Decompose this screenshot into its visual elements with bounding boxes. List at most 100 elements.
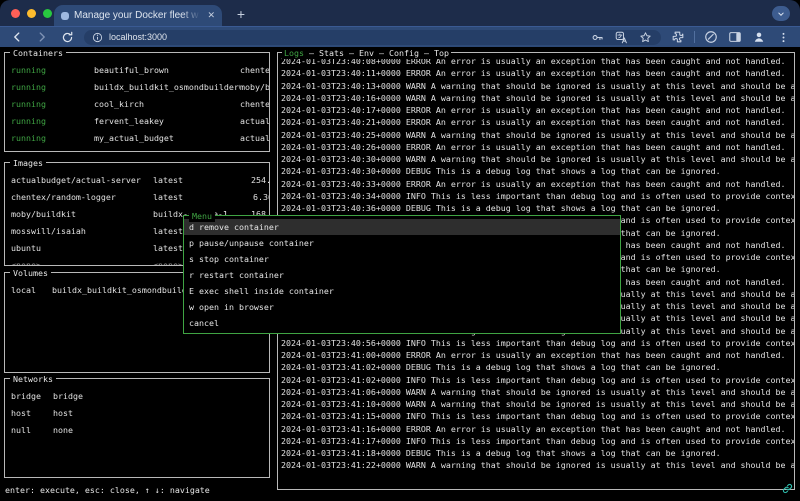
network-name: host xyxy=(11,407,53,419)
container-name: titi xyxy=(94,149,240,152)
container-status: running xyxy=(11,81,94,93)
log-line: 2024-01-03T23:40:16+0000 WARN A warning … xyxy=(281,92,794,104)
log-line: 2024-01-03T23:41:02+0000 INFO This is le… xyxy=(281,374,794,386)
image-name: actualbudget/actual-server xyxy=(11,174,153,186)
menu-item-stop[interactable]: s stop container xyxy=(184,251,620,267)
log-line: 2024-01-03T23:40:13+0000 WARN A warning … xyxy=(281,80,794,92)
window-maximize-button[interactable] xyxy=(43,9,52,18)
network-driver: bridge xyxy=(53,390,269,402)
container-row[interactable]: runningbeautiful_brownchentex/random-log… xyxy=(5,61,269,78)
new-tab-icon[interactable]: + xyxy=(232,6,250,24)
log-line: 2024-01-03T23:40:26+0000 ERROR An error … xyxy=(281,141,794,153)
menu-item-pause/unpause[interactable]: p pause/unpause container xyxy=(184,235,620,251)
tab-bar: Manage your Docker fleet w ✕ + xyxy=(0,0,800,26)
log-line: 2024-01-03T23:40:17+0000 ERROR An error … xyxy=(281,104,794,116)
log-line: 2024-01-03T23:40:33+0000 ERROR An error … xyxy=(281,178,794,190)
menu-item-cancel[interactable]: cancel xyxy=(184,315,620,331)
extension-badge-icon[interactable] xyxy=(703,29,719,45)
reload-icon[interactable] xyxy=(59,29,75,45)
log-line: 2024-01-03T23:41:15+0000 INFO This is le… xyxy=(281,410,794,422)
networks-panel-title: Networks xyxy=(10,373,56,385)
container-status: running xyxy=(11,132,94,144)
key-icon[interactable] xyxy=(589,29,605,45)
volumes-panel-title: Volumes xyxy=(10,267,51,279)
tab-separator: — xyxy=(374,48,389,58)
logs-tab-top[interactable]: Top xyxy=(434,48,449,58)
container-row[interactable]: runningbuildx_buildkit_osmondbuilder0mob… xyxy=(5,78,269,95)
container-row[interactable]: runningfervent_leakeyactualbudget/actual… xyxy=(5,112,269,129)
log-line: 2024-01-03T23:41:22+0000 WARN A warning … xyxy=(281,459,794,471)
tab-favicon xyxy=(61,12,69,20)
logs-tab-config[interactable]: Config xyxy=(389,48,419,58)
menu-item-restart[interactable]: r restart container xyxy=(184,267,620,283)
container-image: actualbudget/actual-server xyxy=(240,132,269,144)
log-line: 2024-01-03T23:40:36+0000 DEBUG This is a… xyxy=(281,202,794,214)
image-name: ubuntu xyxy=(11,242,153,254)
toolbar-divider xyxy=(694,31,695,43)
log-line: 2024-01-03T23:41:00+0000 ERROR An error … xyxy=(281,349,794,361)
menu-title: Menu xyxy=(189,210,215,222)
volume-driver: local xyxy=(11,284,52,296)
side-panel-icon[interactable] xyxy=(727,29,743,45)
container-row[interactable]: runningcool_kirchchentex/random-logger xyxy=(5,95,269,112)
network-driver: none xyxy=(53,424,269,436)
container-image: actualbudget/actual-server xyxy=(240,115,269,127)
menu-item-remove[interactable]: d remove container xyxy=(184,219,620,235)
logs-tab-strip: Logs — Stats — Env — Config — Top xyxy=(282,47,451,59)
translate-icon[interactable] xyxy=(613,29,629,45)
menu-item-open[interactable]: w open in browser xyxy=(184,299,620,315)
window-minimize-button[interactable] xyxy=(27,9,36,18)
bookmark-star-icon[interactable] xyxy=(637,29,653,45)
container-row[interactable]: runningtitichentex/random-logger xyxy=(5,146,269,151)
tab-separator: — xyxy=(304,48,319,58)
log-line: 2024-01-03T23:40:25+0000 WARN A warning … xyxy=(281,129,794,141)
browser-tab[interactable]: Manage your Docker fleet w ✕ xyxy=(54,5,222,26)
container-name: buildx_buildkit_osmondbuilder0 xyxy=(94,81,240,93)
container-status: running xyxy=(11,115,94,127)
image-size: 254.96MB xyxy=(251,174,269,186)
network-row[interactable]: hosthost xyxy=(5,404,269,421)
containers-panel: Containers runningbeautiful_brownchentex… xyxy=(4,52,270,152)
container-status: running xyxy=(11,64,94,76)
network-row[interactable]: nullnone xyxy=(5,421,269,438)
profile-icon[interactable] xyxy=(751,29,767,45)
container-image: chentex/random-logger xyxy=(240,64,269,76)
log-line: 2024-01-03T23:40:56+0000 INFO This is le… xyxy=(281,337,794,349)
log-line: 2024-01-03T23:41:10+0000 WARN A warning … xyxy=(281,398,794,410)
container-image: chentex/random-logger xyxy=(240,98,269,110)
window-close-button[interactable] xyxy=(11,9,20,18)
tab-close-icon[interactable]: ✕ xyxy=(207,10,215,21)
container-image: chentex/random-logger xyxy=(240,149,269,152)
image-row[interactable]: actualbudget/actual-serverlatest 254.96MB xyxy=(5,171,269,188)
image-row[interactable]: chentex/random-loggerlatest6.36MB xyxy=(5,188,269,205)
log-line: 2024-01-03T23:41:17+0000 INFO This is le… xyxy=(281,435,794,447)
menu-item-exec[interactable]: E exec shell inside container xyxy=(184,283,620,299)
extensions-puzzle-icon[interactable] xyxy=(670,29,686,45)
container-name: cool_kirch xyxy=(94,98,240,110)
log-line: 2024-01-03T23:40:34+0000 INFO This is le… xyxy=(281,190,794,202)
window-controls xyxy=(11,9,52,18)
site-info-icon[interactable] xyxy=(92,32,103,43)
logs-tab-stats[interactable]: Stats xyxy=(319,48,344,58)
terminal-app: Containers runningbeautiful_brownchentex… xyxy=(0,47,800,501)
menu-dots-icon[interactable] xyxy=(775,29,791,45)
forward-icon[interactable] xyxy=(34,29,50,45)
container-action-menu: Menu d remove containerp pause/unpause c… xyxy=(183,215,621,334)
network-row[interactable]: bridgebridge xyxy=(5,387,269,404)
image-tag: latest xyxy=(153,191,237,203)
logs-tab-env[interactable]: Env xyxy=(359,48,374,58)
network-name: null xyxy=(11,424,53,436)
networks-panel: Networks bridgebridgehosthostnullnone xyxy=(4,378,270,478)
image-tag: latest xyxy=(153,174,237,186)
address-bar[interactable]: localhost:3000 xyxy=(84,30,661,45)
tab-search-chevron-icon[interactable] xyxy=(772,6,790,21)
containers-panel-title: Containers xyxy=(10,47,66,59)
container-name: beautiful_brown xyxy=(94,64,240,76)
container-row[interactable]: runningmy_actual_budgetactualbudget/actu… xyxy=(5,129,269,146)
back-icon[interactable] xyxy=(9,29,25,45)
log-line: 2024-01-03T23:40:30+0000 WARN A warning … xyxy=(281,153,794,165)
container-name: fervent_leakey xyxy=(94,115,240,127)
images-panel-title: Images xyxy=(10,157,46,169)
container-image: moby/buildkit xyxy=(240,81,269,93)
logs-tab-logs[interactable]: Logs xyxy=(284,48,304,58)
